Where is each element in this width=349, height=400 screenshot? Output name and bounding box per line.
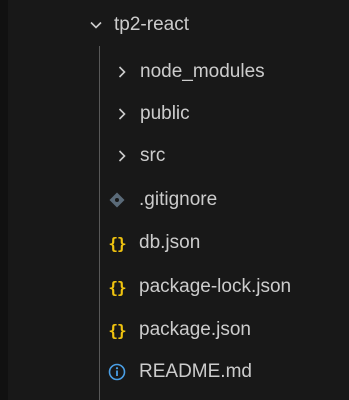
tree-file-label: package.json xyxy=(139,319,251,340)
info-icon xyxy=(107,362,127,382)
tree-folder-label: node_modules xyxy=(140,61,265,82)
json-braces-icon: {} xyxy=(108,320,126,340)
tree-file-package-json[interactable]: {} package.json xyxy=(107,309,349,351)
tree-folder-public[interactable]: public xyxy=(112,93,349,135)
tree-file-label: db.json xyxy=(139,232,201,253)
tree-folder-node-modules[interactable]: node_modules xyxy=(112,51,349,93)
tree-folder-label: public xyxy=(140,103,190,124)
activity-bar-edge xyxy=(0,0,8,400)
tree-file-gitignore[interactable]: .gitignore xyxy=(107,179,349,221)
indent-guide xyxy=(99,46,100,400)
tree-file-label: README.md xyxy=(139,361,252,382)
tree-folder-tp2-react[interactable]: tp2-react xyxy=(86,4,349,46)
gitignore-icon xyxy=(107,190,127,210)
json-braces-icon: {} xyxy=(108,233,126,253)
json-braces-icon: {} xyxy=(108,277,126,297)
tree-file-package-lock-json[interactable]: {} package-lock.json xyxy=(107,266,349,308)
chevron-right-icon xyxy=(112,146,132,166)
tree-folder-label: tp2-react xyxy=(114,14,189,35)
tree-file-readme-md[interactable]: README.md xyxy=(107,351,349,393)
chevron-right-icon xyxy=(112,62,132,82)
chevron-down-icon xyxy=(86,15,106,35)
tree-file-label: .gitignore xyxy=(139,189,218,210)
tree-file-label: package-lock.json xyxy=(139,276,292,297)
chevron-right-icon xyxy=(112,104,132,124)
tree-folder-label: src xyxy=(140,145,166,166)
tree-folder-src[interactable]: src xyxy=(112,135,349,177)
file-explorer: tp2-react node_modules public src .gitig… xyxy=(0,0,349,400)
tree-file-db-json[interactable]: {} db.json xyxy=(107,222,349,264)
